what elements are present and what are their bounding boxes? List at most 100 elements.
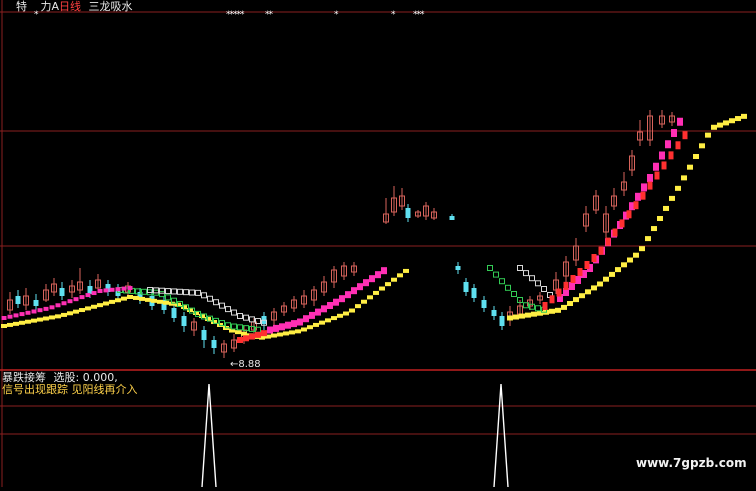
down-candle — [491, 310, 497, 316]
down-candle — [211, 340, 217, 348]
slow-line-segment — [645, 236, 651, 242]
mid-line-segment — [626, 210, 632, 219]
slow-line-segment — [61, 312, 67, 317]
slow-line-segment — [133, 295, 139, 300]
slow-line-segment — [289, 330, 295, 335]
white-line-segment — [517, 265, 523, 271]
fast-line-segment — [659, 151, 665, 160]
fast-line-segment — [369, 275, 375, 283]
slow-line-segment — [313, 322, 319, 327]
slow-line-segment — [507, 315, 513, 321]
mid-line-segment — [542, 302, 548, 310]
fast-line-segment — [309, 311, 315, 319]
down-candle — [455, 266, 461, 270]
white-line-segment — [231, 309, 237, 316]
mid-line-segment — [591, 254, 597, 262]
signal-spike — [201, 383, 217, 488]
white-line-segment — [171, 288, 177, 295]
down-candle — [171, 308, 177, 318]
slow-line-segment — [343, 311, 349, 316]
period-label: 日线 — [59, 0, 82, 13]
white-line-segment — [195, 289, 201, 296]
slow-line-segment — [139, 296, 145, 301]
slow-line-segment — [403, 268, 409, 273]
mid-line-segment — [255, 331, 261, 338]
slow-line-segment — [639, 246, 645, 252]
slow-line-segment — [121, 296, 127, 301]
fast-line-segment — [677, 117, 683, 126]
slow-line-segment — [49, 315, 55, 320]
slow-line-segment — [19, 320, 25, 325]
fast-line-segment — [315, 308, 321, 316]
slow-line-segment — [657, 216, 663, 221]
fast-line-segment — [37, 308, 43, 313]
slow-line-segment — [331, 316, 337, 321]
indicator-name-label: 三龙吸水 — [88, 0, 133, 13]
slow-line-segment — [97, 303, 103, 308]
fast-line-segment — [363, 279, 369, 287]
slow-line-segment — [585, 289, 591, 295]
slow-line-segment — [651, 226, 657, 232]
fast-line-segment — [339, 295, 345, 303]
white-line-segment — [523, 270, 529, 277]
slow-line-segment — [573, 297, 579, 303]
green-line-segment — [165, 294, 171, 301]
fast-line-segment — [351, 287, 357, 295]
fast-line-segment — [61, 301, 67, 306]
slow-line-segment — [555, 307, 561, 313]
slow-line-segment — [37, 317, 43, 322]
slow-line-segment — [609, 271, 615, 277]
white-line-segment — [207, 295, 213, 302]
slow-line-segment — [277, 332, 283, 337]
white-line-segment — [529, 275, 535, 282]
slow-line-segment — [615, 267, 621, 273]
green-line-segment — [493, 271, 499, 278]
white-line-segment — [535, 280, 541, 287]
fast-line-segment — [273, 324, 279, 332]
slow-line-segment — [127, 295, 133, 299]
mid-line-segment — [237, 337, 243, 343]
down-candle — [463, 282, 469, 292]
fast-line-segment — [291, 320, 297, 328]
green-line-segment — [505, 284, 511, 291]
fast-line-segment — [381, 267, 387, 275]
white-line-segment — [213, 299, 219, 306]
slow-line-segment — [145, 297, 151, 302]
green-line-segment — [237, 324, 243, 331]
chart-grid — [0, 0, 756, 487]
mid-line-segment — [556, 288, 562, 297]
slow-line-segment — [115, 298, 121, 303]
slow-line-segment — [729, 118, 735, 124]
slow-line-segment — [67, 311, 73, 316]
slow-line-segment — [73, 309, 79, 314]
signal-mark: * — [391, 10, 396, 20]
mid-line-segment — [584, 261, 590, 269]
slow-line-segment — [699, 143, 705, 149]
slow-line-segment — [693, 154, 699, 159]
mid-line-segment — [633, 201, 639, 210]
chart-canvas[interactable] — [0, 0, 756, 488]
slow-line-segment — [663, 205, 669, 211]
mid-line-segment — [612, 228, 618, 237]
fast-line-segment — [85, 293, 91, 298]
mid-line-segment — [249, 333, 255, 340]
white-line-segment — [189, 289, 195, 296]
fast-line-segment — [345, 291, 351, 299]
slow-line-segment — [271, 333, 277, 338]
indicator-lines — [1, 113, 747, 343]
down-candle — [481, 300, 487, 308]
down-candle — [449, 216, 455, 220]
mid-line-segment — [563, 281, 569, 290]
fast-line-segment — [333, 298, 339, 306]
fast-line-segment — [375, 271, 381, 279]
slow-line-segment — [361, 299, 367, 304]
kline-chart-window[interactable]: 特 力A日线 三龙吸水 * ***** ** * * *** ←8.88 暴跌接… — [0, 0, 756, 488]
signal-spike — [493, 383, 509, 488]
white-line-segment — [237, 313, 243, 319]
slow-line-segment — [31, 318, 37, 323]
fast-line-segment — [67, 299, 73, 304]
slow-line-segment — [397, 273, 403, 278]
fast-line-segment — [267, 326, 273, 334]
slow-line-segment — [385, 282, 391, 287]
slow-line-segment — [163, 300, 169, 305]
